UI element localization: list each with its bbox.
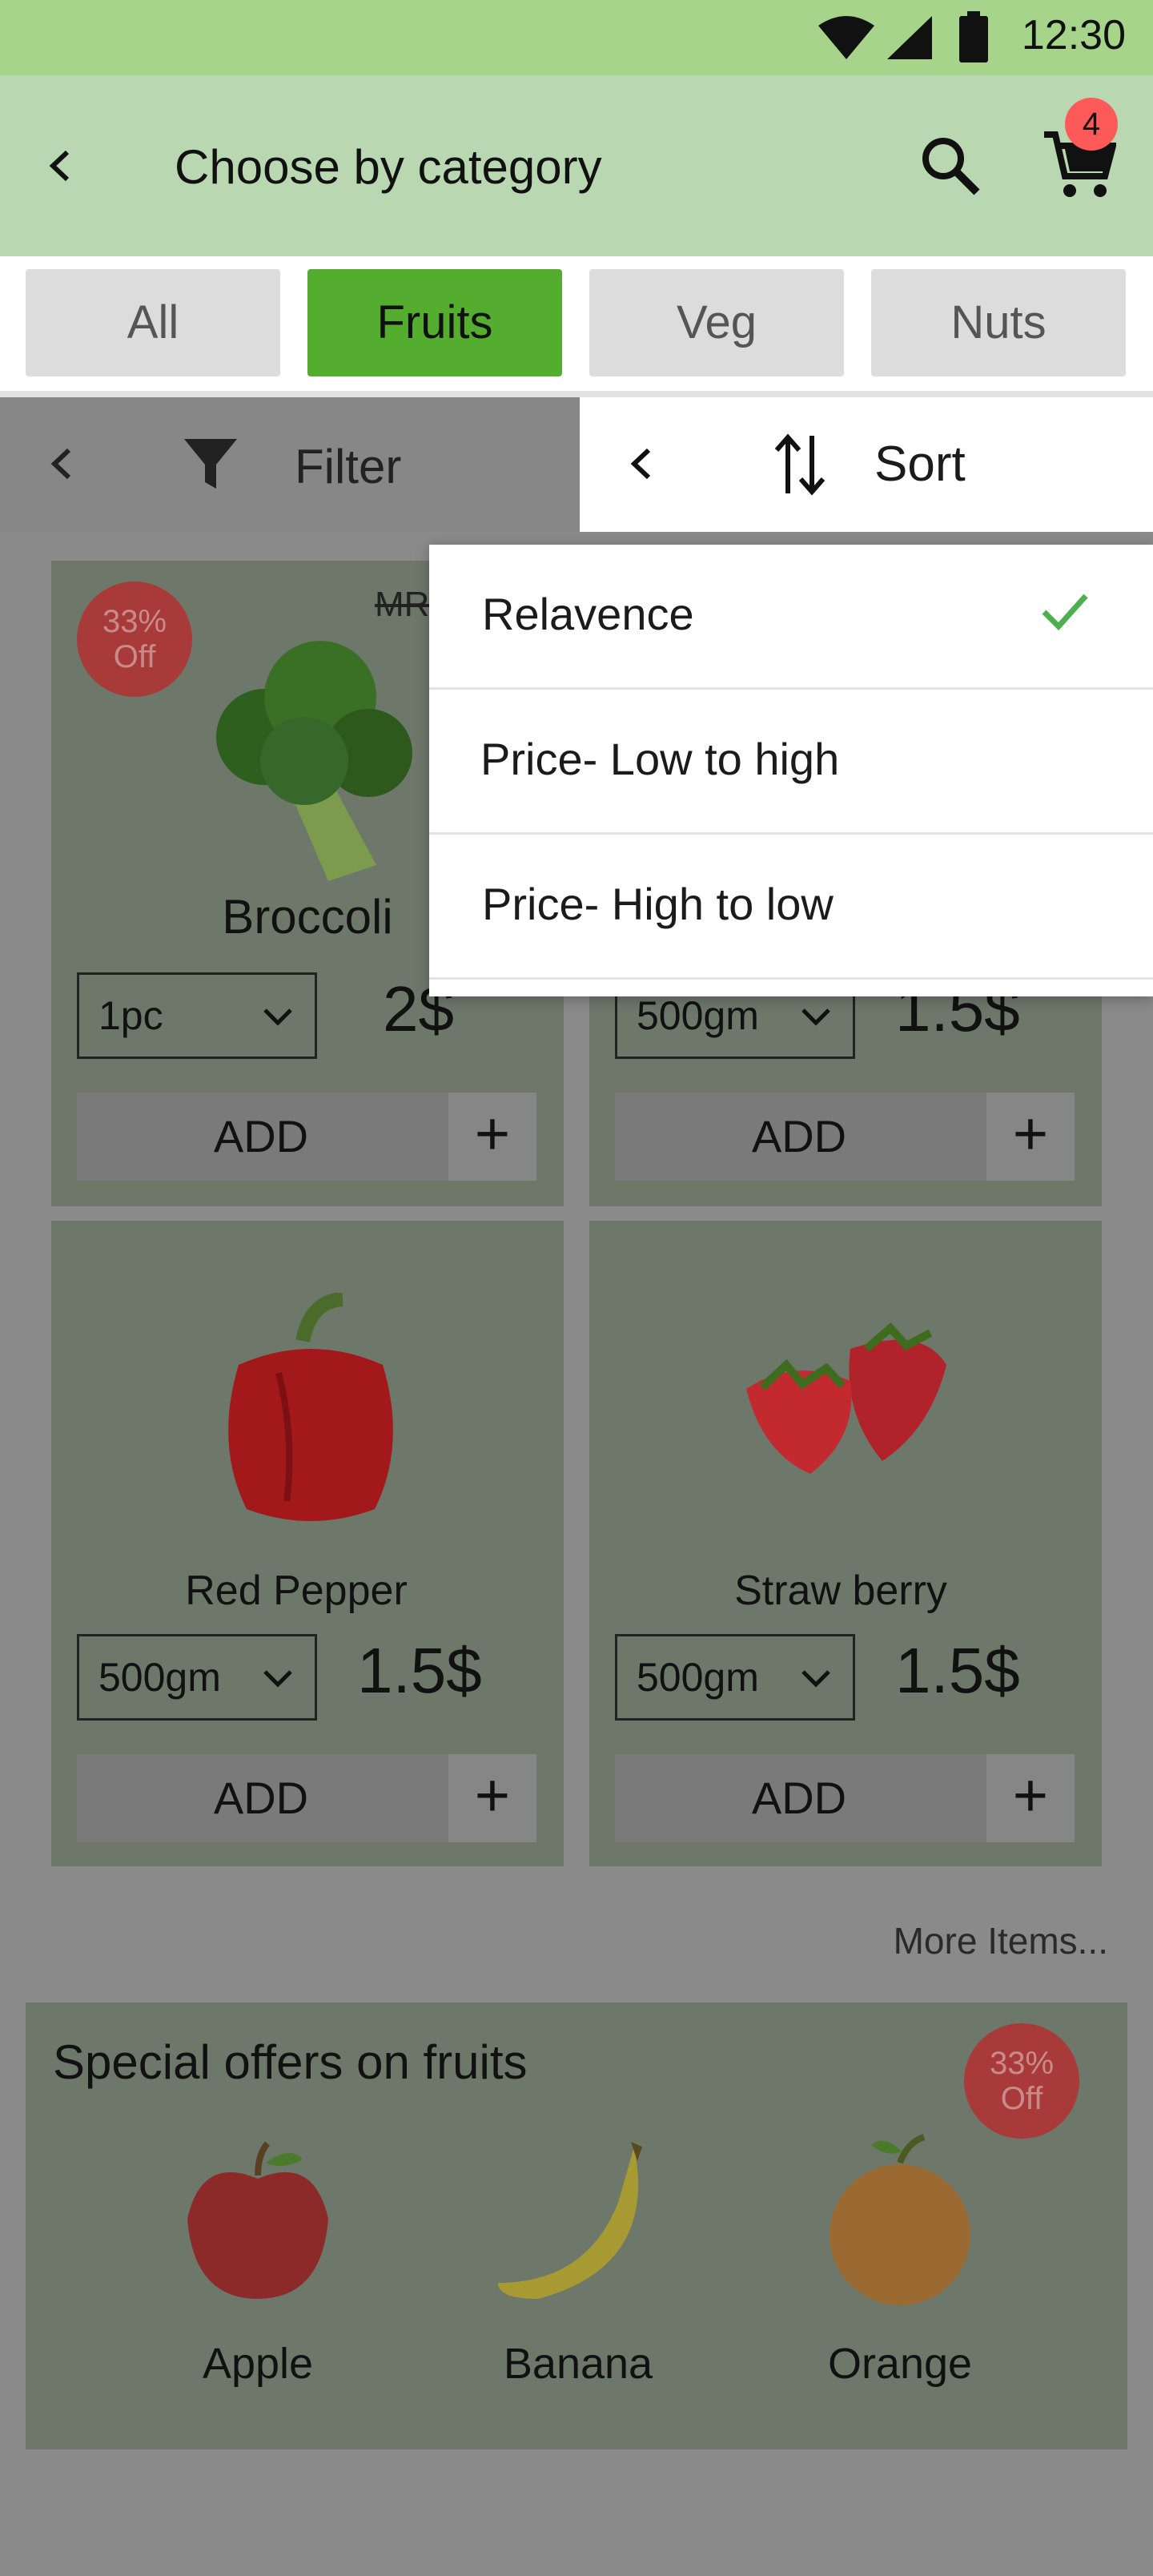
- chevron-down-icon: [263, 1670, 292, 1688]
- signal-icon: [887, 16, 932, 59]
- chevron-down-icon: [801, 1670, 830, 1688]
- tab-fruits[interactable]: Fruits: [307, 269, 562, 376]
- offer-item-name: Orange: [827, 2340, 973, 2388]
- search-icon[interactable]: [918, 133, 982, 197]
- back-arrow-icon[interactable]: [42, 146, 82, 186]
- quantity-select[interactable]: 1pc: [77, 972, 317, 1059]
- sort-label: Sort: [874, 437, 966, 492]
- sort-option-label: Price- High to low: [482, 879, 834, 929]
- red-pepper-image: [228, 1293, 393, 1521]
- sort-option-relevance[interactable]: Relavence: [429, 545, 1153, 690]
- discount-percent: 33%: [102, 604, 167, 639]
- filter-icon: [184, 439, 237, 489]
- sort-bar[interactable]: Sort: [580, 397, 1153, 532]
- app-bar: Choose by category 4: [0, 75, 1153, 256]
- filter-bar[interactable]: Filter: [0, 397, 580, 532]
- check-icon: [1042, 594, 1088, 631]
- offer-item-name: Banana: [503, 2340, 653, 2388]
- clock: 12:30: [1021, 12, 1126, 58]
- plus-icon[interactable]: +: [448, 1754, 536, 1842]
- divider: [0, 391, 1153, 397]
- tab-all[interactable]: All: [26, 269, 280, 376]
- quantity-select[interactable]: 500gm: [77, 1634, 317, 1721]
- special-offers-section: Special offers on fruits 33% Off Apple B…: [26, 2002, 1127, 2449]
- quantity-value: 500gm: [637, 993, 759, 1038]
- offer-item-name: Apple: [202, 2340, 314, 2388]
- plus-icon[interactable]: +: [986, 1093, 1075, 1181]
- mrp-label: MR: [375, 585, 430, 624]
- sort-option-label: Relavence: [482, 589, 694, 639]
- product-price: 1.5$: [357, 1635, 482, 1706]
- chevron-left-icon[interactable]: [43, 444, 83, 484]
- sort-option-price-low-high[interactable]: Price- Low to high: [429, 690, 1153, 835]
- add-button[interactable]: ADD +: [77, 1093, 536, 1181]
- filter-label: Filter: [295, 440, 402, 493]
- discount-badge: 33% Off: [77, 582, 192, 697]
- add-label: ADD: [751, 1773, 847, 1823]
- strawberry-image: [746, 1322, 946, 1474]
- product-name: Red Pepper: [185, 1568, 408, 1614]
- add-button[interactable]: ADD +: [77, 1754, 536, 1842]
- product-price: 1.5$: [895, 1635, 1020, 1706]
- quantity-value: 500gm: [637, 1655, 759, 1700]
- chevron-left-icon[interactable]: [623, 444, 663, 484]
- plus-icon[interactable]: +: [448, 1093, 536, 1181]
- more-items-link[interactable]: More Items...: [894, 1919, 1108, 1962]
- add-button[interactable]: ADD +: [615, 1093, 1075, 1181]
- add-button[interactable]: ADD +: [615, 1754, 1075, 1842]
- status-bar: 12:30: [0, 0, 1153, 75]
- tab-veg[interactable]: Veg: [589, 269, 844, 376]
- discount-badge: 33% Off: [964, 2023, 1079, 2139]
- chevron-down-icon: [263, 1008, 292, 1026]
- wifi-icon: [818, 16, 874, 59]
- banana-image[interactable]: [490, 2139, 666, 2307]
- broccoli-image: [216, 641, 412, 881]
- category-tabs: All Fruits Veg Nuts: [0, 256, 1153, 392]
- discount-word: Off: [113, 639, 156, 674]
- quantity-value: 1pc: [98, 993, 163, 1038]
- discount-percent: 33%: [989, 2046, 1055, 2081]
- offers-title: Special offers on fruits: [53, 2035, 528, 2089]
- product-card[interactable]: Red Pepper 500gm 1.5$ ADD +: [51, 1221, 564, 1866]
- sort-option-label: Price- Low to high: [480, 734, 840, 784]
- quantity-value: 500gm: [98, 1655, 221, 1700]
- sort-dropdown: Relavence Price- Low to high Price- High…: [429, 545, 1153, 996]
- battery-icon: [959, 11, 988, 62]
- sort-arrows-icon: [774, 433, 826, 496]
- product-card[interactable]: Straw berry 500gm 1.5$ ADD +: [589, 1221, 1102, 1866]
- quantity-select[interactable]: 500gm: [615, 1634, 855, 1721]
- sort-option-price-high-low[interactable]: Price- High to low: [429, 835, 1153, 980]
- discount-word: Off: [1000, 2081, 1043, 2116]
- add-label: ADD: [213, 1773, 309, 1823]
- add-label: ADD: [213, 1111, 309, 1161]
- chevron-down-icon: [801, 1008, 830, 1026]
- apple-image[interactable]: [178, 2139, 338, 2307]
- add-label: ADD: [751, 1111, 847, 1161]
- tab-nuts[interactable]: Nuts: [871, 269, 1126, 376]
- plus-icon[interactable]: +: [986, 1754, 1075, 1842]
- page-title: Choose by category: [175, 140, 602, 194]
- cart-count-badge: 4: [1065, 98, 1118, 151]
- product-name: Straw berry: [734, 1568, 947, 1614]
- orange-image[interactable]: [820, 2131, 980, 2307]
